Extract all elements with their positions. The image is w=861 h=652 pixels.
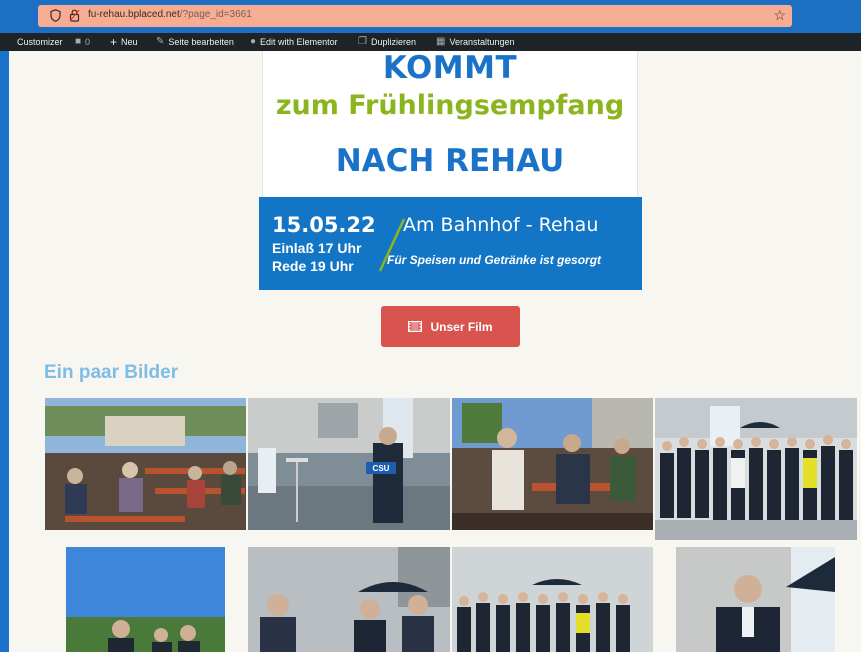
poster-date: 15.05.22 [272,213,376,237]
browser-toolbar: fu-rehau.bplaced.net/?page_id=3661 ☆ [0,0,861,33]
elementor-label: Edit with Elementor [260,37,338,47]
gallery-photo-8[interactable] [676,547,835,652]
poster-entry-time: Einlaß 17 Uhr [272,240,362,256]
poster-place: Am Bahnhof - Rehau [403,214,599,236]
gallery-photo-3[interactable] [452,398,653,530]
poster-line-event: zum Frühlingsempfang [275,90,625,121]
duplicate-link[interactable]: ❐ Duplizieren [358,36,416,48]
page-content: KOMMT zum Frühlingsempfang NACH REHAU 15… [9,51,861,652]
gallery-heading: Ein paar Bilder [44,362,179,383]
comments-link[interactable]: ■ 0 [75,36,90,48]
plus-icon: + [110,35,118,49]
url-host: fu-rehau.bplaced.net [88,9,180,20]
bookmark-star-icon[interactable]: ☆ [773,7,786,23]
film-button[interactable]: Unser Film [381,306,520,347]
url-text[interactable]: fu-rehau.bplaced.net/?page_id=3661 [88,9,252,20]
comments-count: 0 [85,37,91,47]
duplicate-label: Duplizieren [370,37,416,47]
poster-line-kommt: KOMMT [382,51,518,86]
left-page-border [0,51,9,652]
film-button-label: Unser Film [430,319,493,334]
gallery-photo-2[interactable]: CSU [248,398,450,530]
address-bar[interactable]: fu-rehau.bplaced.net/?page_id=3661 ☆ [38,5,792,27]
shield-icon[interactable] [50,9,61,22]
gallery-photo-6[interactable] [248,547,450,652]
gallery-photo-1[interactable] [45,398,246,530]
comment-icon: ■ [75,36,82,47]
edit-page-label: Seite bearbeiten [168,37,234,47]
url-path: /?page_id=3661 [179,9,252,20]
poster-line-rehau: NACH REHAU [335,143,565,179]
poster-speech-time: Rede 19 Uhr [272,258,354,274]
elementor-icon: ● [250,36,257,47]
stage-sign-text: CSU [373,464,390,473]
pencil-icon: ✎ [156,36,165,47]
poster-food-note: Für Speisen und Getränke ist gesorgt [387,253,602,267]
poster-info-banner: 15.05.22 Einlaß 17 Uhr Rede 19 Uhr Am Ba… [259,197,642,290]
duplicate-icon: ❐ [358,36,367,47]
customizer-label: Customizer [17,37,63,47]
new-label: Neu [121,37,138,47]
edit-page-link[interactable]: ✎ Seite bearbeiten [156,36,234,48]
gallery-photo-4[interactable] [655,398,857,540]
customizer-link[interactable]: Customizer [17,36,63,48]
poster-header: KOMMT zum Frühlingsempfang NACH REHAU [262,51,638,197]
gallery-photo-7[interactable] [452,547,653,652]
new-link[interactable]: + Neu [110,36,138,48]
calendar-icon: ▦ [436,36,446,47]
elementor-link[interactable]: ● Edit with Elementor [250,36,338,48]
wp-admin-bar: Customizer ■ 0 + Neu ✎ Seite bearbeiten … [0,33,861,51]
gallery-photo-5[interactable] [66,547,225,652]
film-icon [408,321,423,332]
events-label: Veranstaltungen [449,37,515,47]
events-link[interactable]: ▦ Veranstaltungen [436,36,515,48]
lock-icon[interactable] [69,9,80,22]
